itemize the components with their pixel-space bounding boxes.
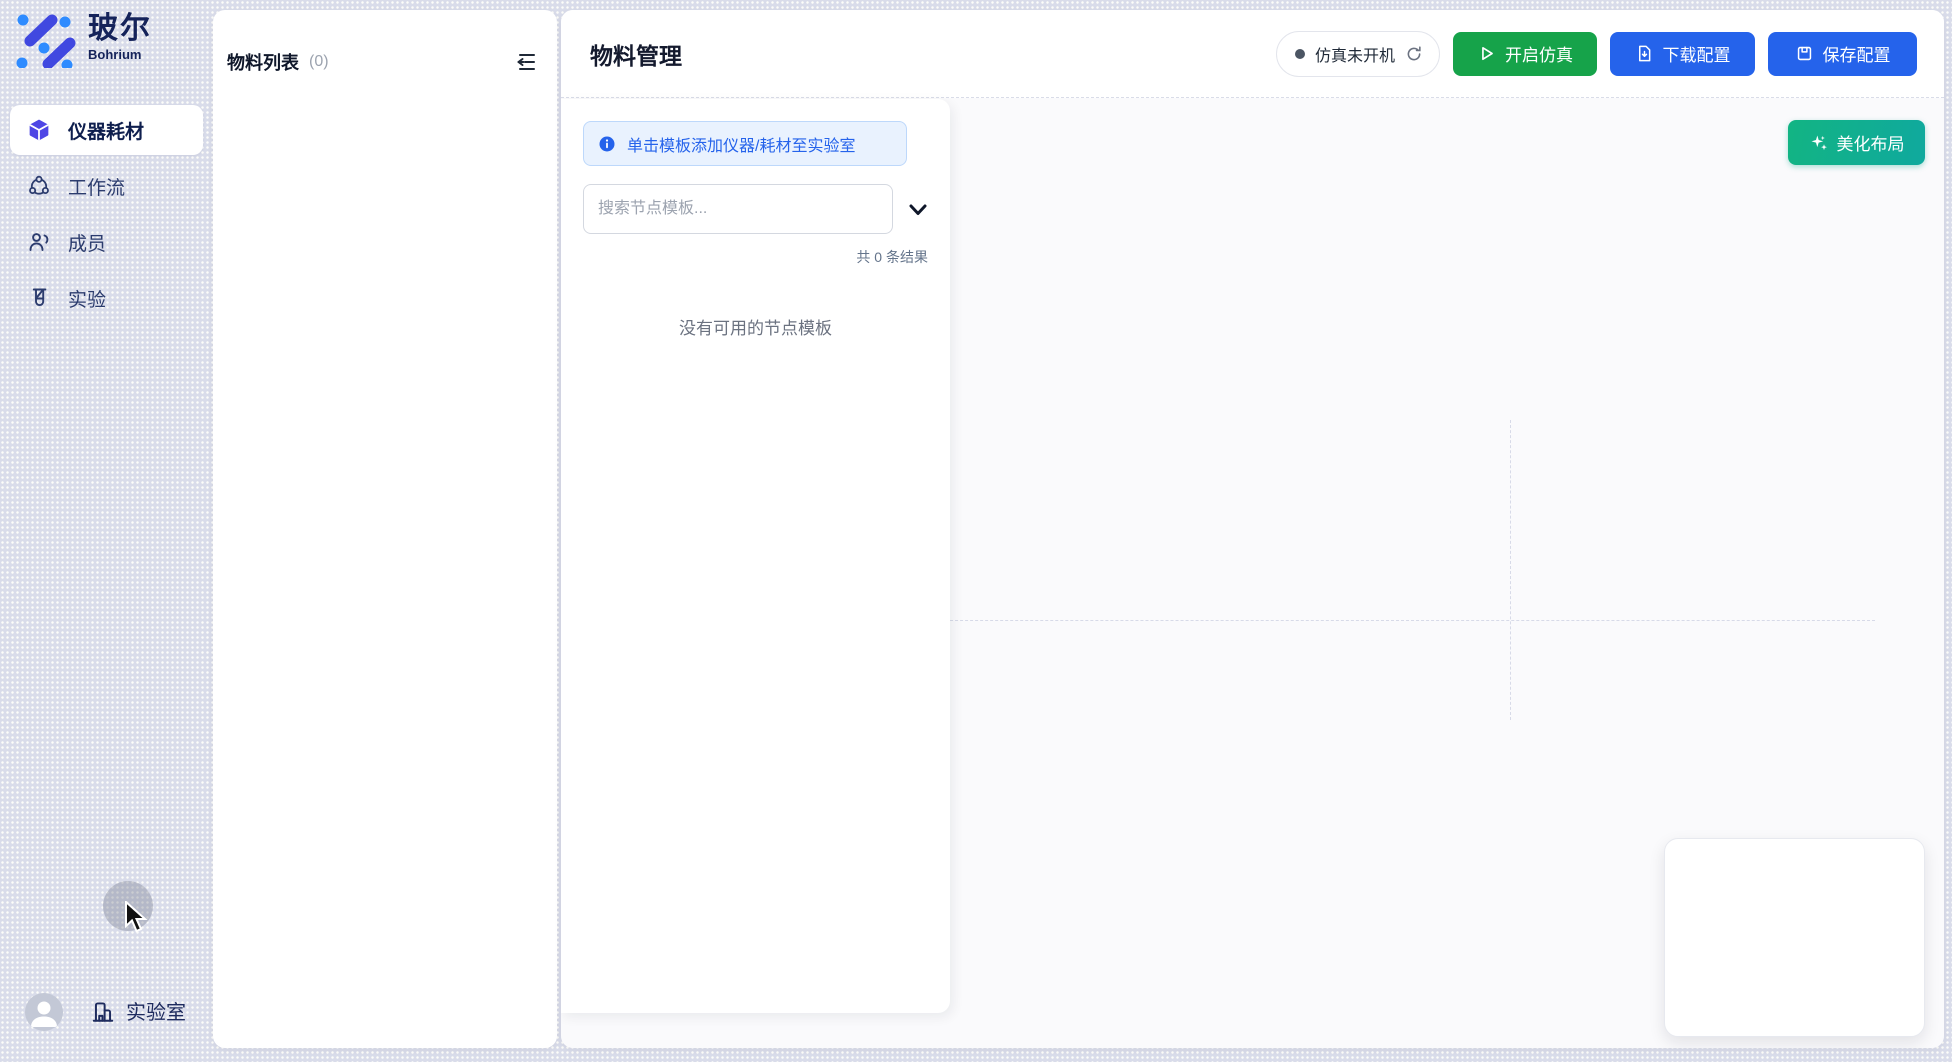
materials-list-count: (0) [309, 53, 329, 71]
play-icon [1477, 44, 1496, 63]
download-config-button[interactable]: 下载配置 [1610, 32, 1755, 76]
brand-name-zh: 玻尔 [88, 14, 152, 44]
materials-list-panel: 物料列表 (0) [213, 10, 557, 1048]
members-icon [27, 230, 51, 254]
sidebar-item-label: 工作流 [68, 173, 125, 200]
building-icon [90, 998, 116, 1024]
template-search-input[interactable] [583, 184, 893, 234]
bohrium-logo-icon [12, 8, 76, 68]
sidebar-item-label: 仪器耗材 [68, 117, 144, 144]
user-avatar[interactable] [25, 993, 63, 1031]
refresh-icon[interactable] [1405, 45, 1423, 63]
lab-switcher[interactable]: 实验室 [90, 996, 186, 1025]
user-avatar-icon [25, 993, 63, 1031]
app-window: 玻尔 Bohrium 仪器耗材 工作流 [0, 0, 1952, 1062]
sidebar-item-experiments[interactable]: 实验 [10, 273, 203, 323]
sidebar-item-label: 成员 [68, 229, 106, 256]
lab-switcher-label: 实验室 [126, 996, 186, 1025]
sidebar-footer: 实验室 [0, 986, 213, 1042]
cursor-arrow-icon [124, 901, 150, 935]
sim-status-text: 仿真未开机 [1315, 42, 1395, 66]
info-icon [598, 135, 616, 153]
save-icon [1795, 44, 1814, 63]
download-config-label: 下载配置 [1663, 41, 1731, 66]
collapse-panel-icon [513, 50, 537, 74]
experiment-icon [27, 286, 51, 310]
chevron-down-icon[interactable] [906, 200, 930, 220]
sidebar-item-label: 实验 [68, 285, 106, 312]
sidebar: 玻尔 Bohrium 仪器耗材 工作流 [0, 0, 213, 1062]
sidebar-item-instruments[interactable]: 仪器耗材 [10, 105, 203, 155]
status-dot-icon [1295, 49, 1305, 59]
page-title: 物料管理 [590, 37, 682, 71]
material-management-panel: 物料管理 仿真未开机 开启仿真 [561, 10, 1944, 1048]
sim-status-pill[interactable]: 仿真未开机 [1276, 31, 1440, 77]
sidebar-nav: 仪器耗材 工作流 成员 [0, 105, 213, 329]
header-actions: 仿真未开机 开启仿真 [1276, 31, 1917, 77]
canvas-minimap[interactable] [1664, 838, 1925, 1037]
download-file-icon [1635, 44, 1654, 63]
template-hint-banner: 单击模板添加仪器/耗材至实验室 [583, 121, 907, 166]
collapse-panel-button[interactable] [511, 48, 539, 76]
sparkles-icon [1809, 133, 1829, 153]
workflow-icon [27, 174, 51, 198]
template-hint-text: 单击模板添加仪器/耗材至实验室 [627, 132, 855, 156]
node-template-panel: 单击模板添加仪器/耗材至实验室 共 0 条结果 没有可用的节点模板 [561, 99, 950, 1013]
start-simulation-button[interactable]: 开启仿真 [1453, 32, 1597, 76]
beautify-layout-button[interactable]: 美化布局 [1788, 120, 1925, 165]
save-config-label: 保存配置 [1823, 41, 1891, 66]
start-simulation-label: 开启仿真 [1505, 41, 1573, 66]
brand-logo: 玻尔 Bohrium [12, 8, 152, 68]
canvas-gridline [1510, 420, 1511, 720]
beautify-layout-label: 美化布局 [1837, 130, 1905, 155]
sidebar-item-members[interactable]: 成员 [10, 217, 203, 267]
materials-list-title: 物料列表 [227, 49, 299, 75]
canvas-gridline [925, 620, 1875, 621]
results-count: 共 0 条结果 [856, 247, 928, 267]
flow-canvas[interactable]: 美化布局 单击模板添加仪器/耗材至实验室 共 0 条结果 没有可用的节 [561, 99, 1944, 1048]
save-config-button[interactable]: 保存配置 [1768, 32, 1917, 76]
brand-text: 玻尔 Bohrium [88, 14, 152, 62]
materials-list-header: 物料列表 (0) [213, 10, 557, 76]
sidebar-item-workflow[interactable]: 工作流 [10, 161, 203, 211]
cube-icon [27, 118, 51, 142]
empty-templates-text: 没有可用的节点模板 [561, 314, 950, 339]
main-header: 物料管理 仿真未开机 开启仿真 [561, 10, 1944, 98]
brand-name-en: Bohrium [88, 47, 152, 62]
